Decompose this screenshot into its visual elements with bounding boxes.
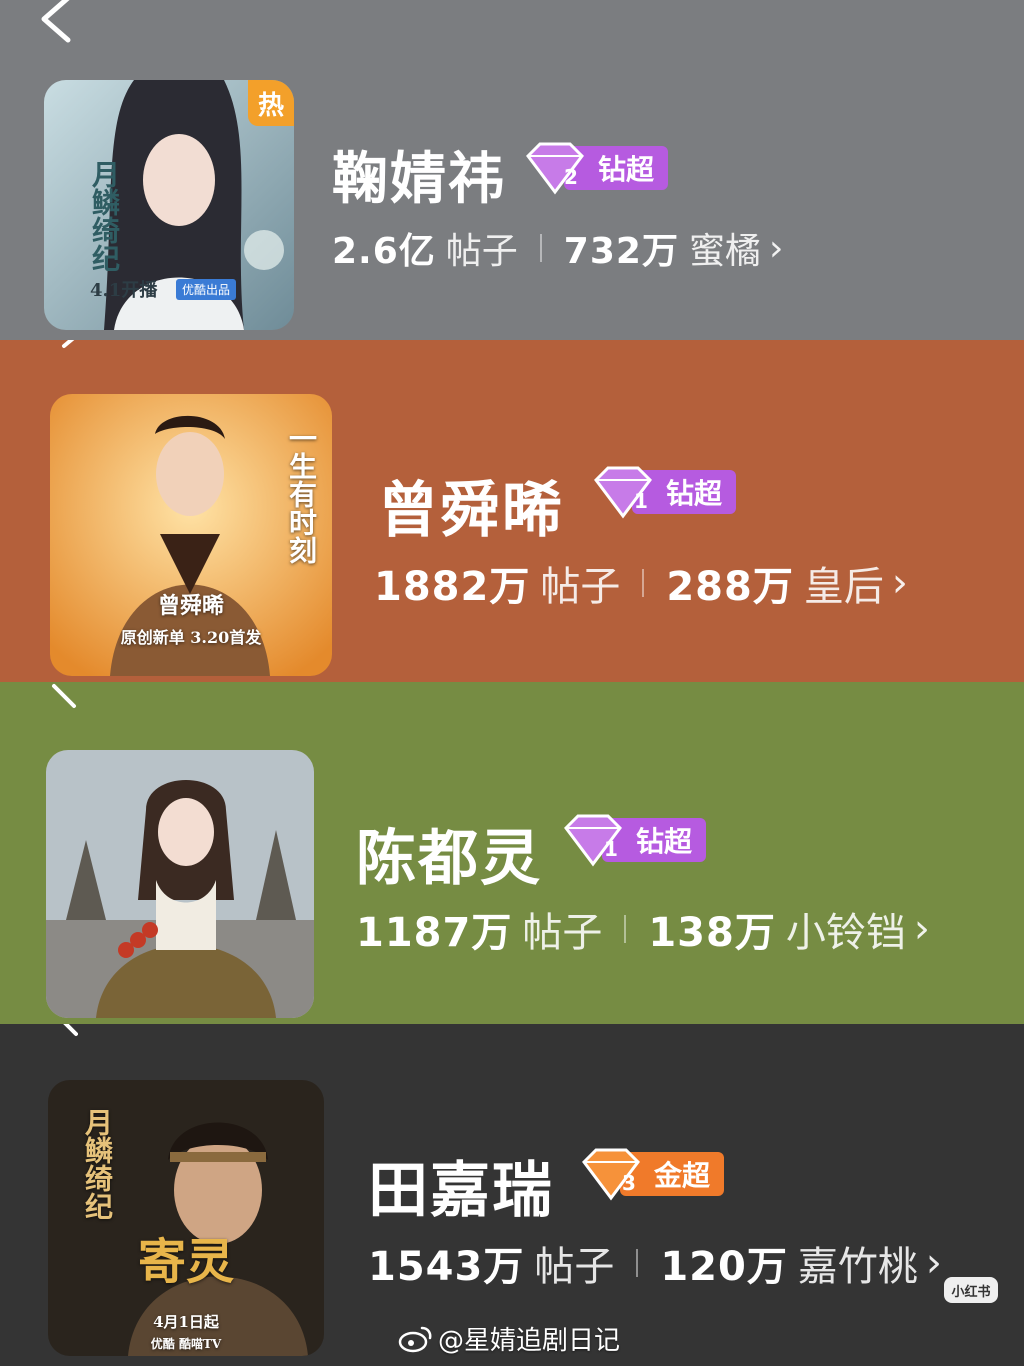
fans-count: 732万 (563, 231, 679, 272)
star-name: 鞠婧祎 (332, 147, 506, 212)
posts-count: 1882万 (374, 564, 531, 610)
cover-image-3[interactable] (46, 750, 314, 1018)
stats-row[interactable]: 1543万 帖子 120万 嘉竹桃 › (368, 1234, 942, 1292)
fans-count: 120万 (660, 1244, 788, 1290)
chevron-left-icon (62, 340, 75, 348)
stats-row[interactable]: 1187万 帖子 138万 小铃铛 › (356, 900, 930, 958)
diamond-icon: 2 (526, 142, 584, 195)
divider (539, 234, 542, 262)
xiaohongshu-badge: 小红书 (944, 1277, 998, 1303)
diamond-gold-icon: 3 (582, 1148, 640, 1201)
cover-release: 原创新单 3.20首发 (120, 628, 262, 647)
posts-count: 1543万 (368, 1244, 525, 1290)
fans-label: 皇后 (803, 564, 884, 610)
fans-label: 蜜橘 (688, 231, 761, 272)
fan-ranking-card-3[interactable]: 陈都灵 1 钻超 1187万 帖子 138万 小铃铛 › (0, 682, 1024, 1024)
star-name: 田嘉瑞 (368, 1156, 554, 1226)
cover-image-2[interactable]: 一生有时刻 曾舜晞 原创新单 3.20首发 (50, 394, 332, 676)
posts-count: 1187万 (356, 910, 513, 956)
cover-producer: 优酷出品 (176, 279, 237, 300)
fans-count: 138万 (648, 910, 776, 956)
chevron-left-icon (63, 1024, 78, 1036)
weibo-logo-icon (398, 1326, 432, 1352)
weibo-watermark: @星婧追剧日记 (398, 1320, 620, 1357)
svg-text:1: 1 (634, 489, 648, 513)
divider (624, 915, 627, 943)
stats-row[interactable]: 1882万 帖子 288万 皇后 › (374, 554, 908, 612)
posts-label: 帖子 (540, 564, 621, 610)
star-name: 陈都灵 (356, 824, 542, 894)
tier-badge: 3 金超 (578, 1148, 725, 1201)
divider (642, 569, 645, 597)
stats-row[interactable]: 2.6亿 帖子 732万 蜜橘 › (332, 222, 783, 274)
diamond-icon: 1 (594, 466, 652, 519)
cover-title-art: 月鳞绮纪 (88, 160, 121, 272)
posts-label: 帖子 (534, 1244, 615, 1290)
cover-platforms: 优酷 酷喵TV (150, 1337, 222, 1351)
weibo-handle: @星婧追剧日记 (438, 1326, 621, 1356)
posts-count: 2.6亿 (332, 231, 436, 272)
diamond-icon: 1 (564, 814, 622, 867)
chevron-right-icon[interactable]: › (914, 906, 930, 952)
chevron-left-icon (52, 684, 76, 708)
tier-badge: 2 钻超 (522, 142, 669, 195)
cover-role-name: 寄灵 (137, 1234, 234, 1290)
fan-ranking-card-2[interactable]: 一生有时刻 曾舜晞 原创新单 3.20首发 曾舜晞 1 钻超 1882万 帖子 … (0, 340, 1024, 682)
cover-title-art: 一生有时刻 (285, 424, 318, 564)
posts-label: 帖子 (445, 231, 518, 272)
posts-label: 帖子 (522, 910, 603, 956)
divider (636, 1249, 639, 1277)
svg-text:3: 3 (622, 1171, 636, 1195)
portrait-photo (46, 750, 314, 1018)
star-name: 曾舜晞 (378, 476, 564, 546)
cover-release: 4.1开播 (90, 280, 158, 301)
fans-count: 288万 (666, 564, 794, 610)
fan-ranking-card-4[interactable]: 月鳞绮纪 寄灵 4月1日起 优酷 酷喵TV 田嘉瑞 3 金超 1543万 帖子 … (0, 1024, 1024, 1366)
svg-text:1: 1 (604, 837, 618, 861)
tier-badge: 1 钻超 (560, 814, 707, 867)
cover-title-art: 月鳞绮纪 (81, 1108, 114, 1220)
cover-release: 4月1日起 (153, 1313, 219, 1331)
fans-label: 嘉竹桃 (797, 1244, 918, 1290)
cover-image-1[interactable]: 热 月鳞绮纪 4.1开播 优酷出品 (44, 80, 294, 330)
cover-image-4[interactable]: 月鳞绮纪 寄灵 4月1日起 优酷 酷喵TV (48, 1080, 324, 1356)
fan-ranking-card-1[interactable]: 热 月鳞绮纪 4.1开播 优酷出品 鞠婧祎 2 钻超 2.6亿 帖子 732万 … (0, 0, 1024, 340)
chevron-right-icon[interactable]: › (892, 560, 908, 606)
cover-artist: 曾舜晞 (157, 593, 224, 619)
chevron-right-icon[interactable]: › (769, 228, 783, 269)
chevron-right-icon[interactable]: › (926, 1240, 942, 1286)
fans-label: 小铃铛 (785, 910, 906, 956)
svg-text:2: 2 (564, 165, 578, 189)
chevron-left-icon[interactable] (38, 0, 72, 44)
tier-badge: 1 钻超 (590, 466, 737, 519)
hot-badge: 热 (248, 80, 294, 126)
